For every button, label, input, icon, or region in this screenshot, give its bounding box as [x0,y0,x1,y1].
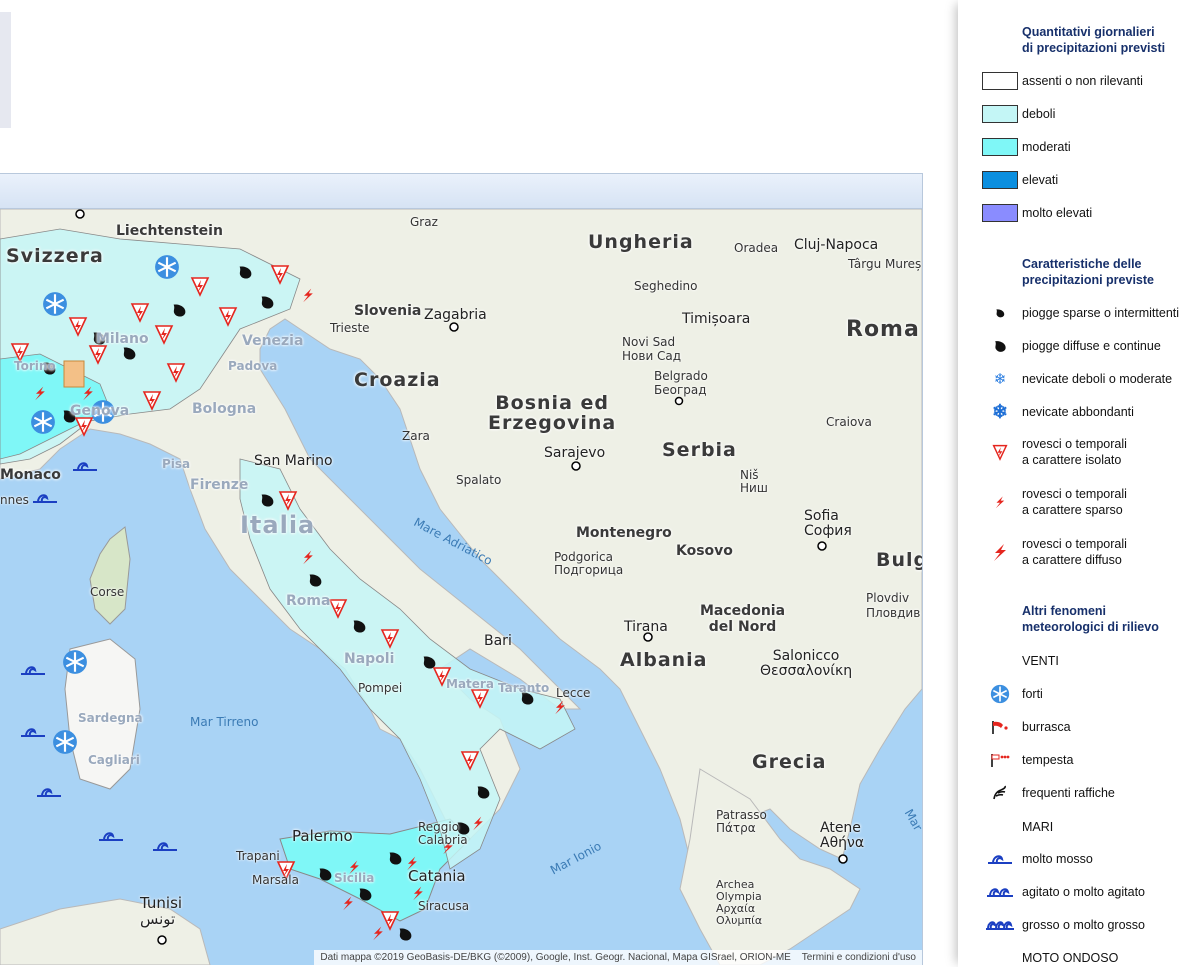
map-attribution: Dati mappa ©2019 GeoBasis-DE/BKG (©2009)… [314,950,922,965]
legend-label: tempesta [1022,753,1074,767]
snowflake-icon: ❄ [992,401,1008,423]
map-area[interactable]: Svizzera Liechtenstein Ungheria Roma Slo… [0,209,922,965]
legend-label: piogge sparse o intermittenti [1022,306,1180,320]
legend-label: molto mosso [1022,852,1093,866]
legend-label: piogge diffuse e continue [1022,339,1161,353]
legend-label: agitato o molto agitato [1022,885,1145,899]
legend-label: deboli [1022,107,1056,121]
legend-item-heavy-snow: ❄ nevicate abbondanti [982,401,1134,423]
legend-item-continuous-rain: piogge diffuse e continue [982,335,1161,357]
legend-title-type: Caratteristiche delle precipitazioni pre… [1022,257,1154,287]
map-frame: Svizzera Liechtenstein Ungheria Roma Slo… [0,173,923,965]
legend-panel: Quantitativi giornalieri di precipitazio… [958,0,1200,967]
attribution-text: Dati mappa ©2019 GeoBasis-DE/BKG (©2009)… [320,952,791,963]
legend-item-widespread-storm: rovesci o temporali a carattere diffuso [982,534,1127,570]
swatch-weak [982,105,1018,123]
legend-label: nevicate abbondanti [1022,405,1134,419]
swatch-very-high [982,204,1018,222]
legend-item-moderate: moderati [982,136,1071,158]
legend-item-scattered-storm: rovesci o temporali a carattere sparso [982,484,1127,520]
legend-label: frequenti raffiche [1022,786,1115,800]
isolated-storm-icon [982,441,1018,463]
legend-item-sparse-rain: piogge sparse o intermittenti [982,302,1179,324]
swatch-none [982,72,1018,90]
legend-venti-heading: VENTI [1022,654,1059,668]
top-panel-edge [0,12,11,128]
legend-item-none: assenti o non rilevanti [982,70,1143,92]
high-sea-icon [982,914,1018,936]
legend-mari-heading: MARI [1022,820,1054,834]
legend-item-isolated-storm: rovesci o temporali a carattere isolato [982,434,1127,470]
legend-label: moderati [1022,140,1071,154]
legend-item-storm-wind: tempesta [982,749,1073,771]
rough-sea-icon [982,848,1018,870]
legend-moto-heading: MOTO ONDOSO [1022,951,1119,965]
legend-label: molto elevati [1022,206,1093,220]
legend-label: elevati [1022,173,1059,187]
storm-wind-icon [982,749,1018,771]
legend-title-other: Altri fenomeni meteorologici di rilievo [1022,604,1159,634]
small-drop-icon [982,302,1018,324]
widespread-storm-icon [982,541,1018,563]
swatch-moderate [982,138,1018,156]
legend-item-gust: frequenti raffiche [982,782,1115,804]
swatch-high [982,171,1018,189]
legend-label: rovesci o temporali a carattere sparso [1022,487,1127,517]
legend-item-very-rough-sea: agitato o molto agitato [982,881,1145,903]
legend-label: rovesci o temporali a carattere diffuso [1022,537,1127,567]
gale-icon [982,716,1018,738]
gust-icon [982,782,1018,804]
snowflake-small-icon: ❄ [993,371,1007,388]
legend-item-rough-sea: molto mosso [982,848,1093,870]
very-rough-sea-icon [982,881,1018,903]
legend-item-strong-wind: forti [982,683,1043,705]
strong-wind-icon [982,683,1018,705]
legend-item-very-high: molto elevati [982,202,1092,224]
map-titlebar [0,174,922,209]
legend-label: forti [1022,687,1043,701]
legend-label: nevicate deboli o moderate [1022,372,1173,386]
legend-item-light-snow: ❄ nevicate deboli o moderate [982,368,1172,390]
legend-label: grosso o molto grosso [1022,918,1145,932]
legend-item-high: elevati [982,169,1058,191]
scattered-storm-icon [982,491,1018,513]
legend-label: burrasca [1022,720,1071,734]
legend-item-gale: burrasca [982,716,1071,738]
land-tunisia [0,898,211,965]
map-canvas[interactable] [0,209,922,965]
legend-label: assenti o non rilevanti [1022,74,1143,88]
legend-label: rovesci o temporali a carattere isolato [1022,437,1127,467]
land-corsica [89,526,131,625]
terms-link[interactable]: Termini e condizioni d'uso [802,952,916,963]
drop-icon [982,335,1018,357]
legend-title-quantity: Quantitativi giornalieri di precipitazio… [1022,25,1166,55]
legend-item-weak: deboli [982,103,1055,125]
legend-item-high-sea: grosso o molto grosso [982,914,1145,936]
